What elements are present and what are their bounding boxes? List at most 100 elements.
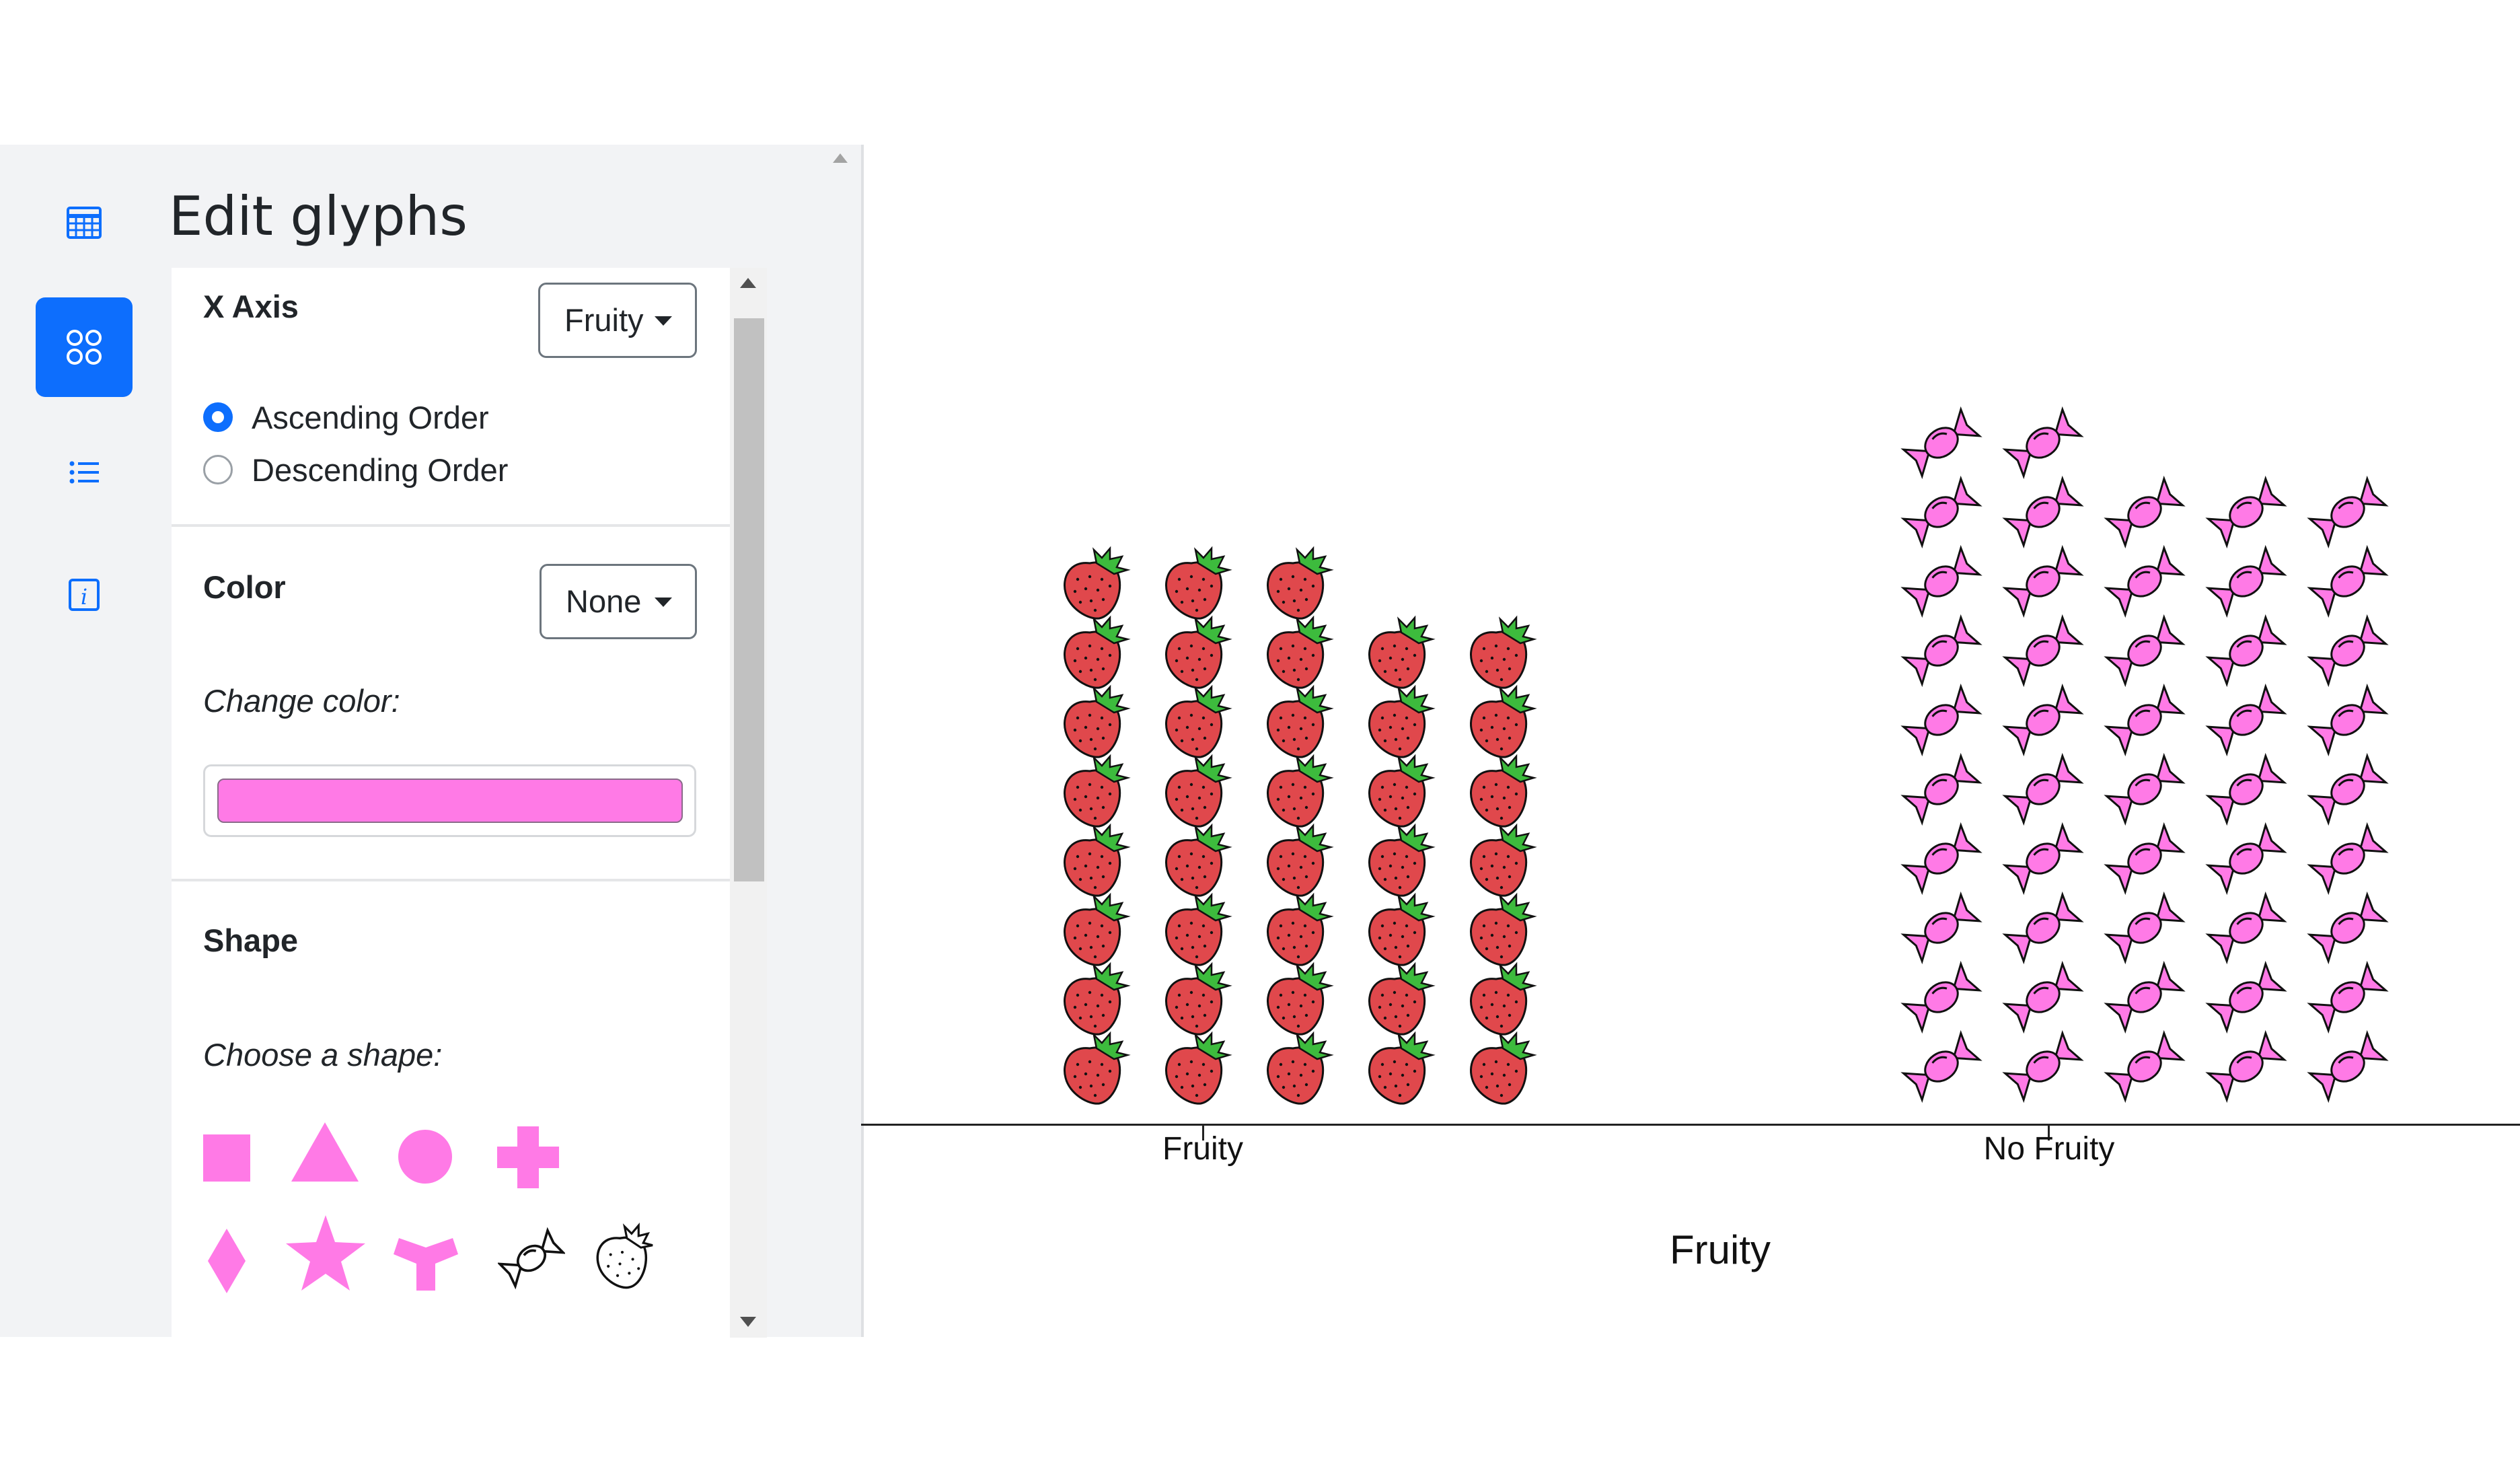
nav-list[interactable] bbox=[36, 423, 133, 522]
x-axis-title: Fruity bbox=[1670, 1227, 1771, 1272]
chevron-down-icon bbox=[655, 598, 672, 607]
strawberry-glyph bbox=[1368, 684, 1436, 758]
candy-glyph bbox=[2205, 614, 2287, 688]
color-label: Color bbox=[203, 569, 286, 605]
candy-glyph bbox=[2002, 822, 2084, 896]
x-axis-dropdown[interactable]: Fruity bbox=[538, 283, 697, 358]
candy-glyph bbox=[2002, 406, 2084, 480]
strawberry-glyph bbox=[1064, 892, 1131, 966]
change-color-label: Change color: bbox=[203, 683, 400, 719]
candy-glyph bbox=[1900, 891, 1982, 965]
strawberry-glyph bbox=[1470, 615, 1537, 689]
candy-glyph bbox=[1900, 822, 1982, 896]
x-tick-label: No Fruity bbox=[1983, 1131, 2115, 1167]
ascending-order-label: Ascending Order bbox=[252, 400, 489, 435]
shape-diamond-option[interactable] bbox=[208, 1229, 246, 1293]
candy-glyph bbox=[2104, 960, 2186, 1034]
candy-glyph bbox=[2205, 475, 2287, 549]
candy-glyph bbox=[2307, 614, 2389, 688]
candy-glyph bbox=[1900, 406, 1982, 480]
choose-shape-label: Choose a shape: bbox=[203, 1037, 443, 1073]
candy-glyph bbox=[2104, 683, 2186, 757]
candy-glyph bbox=[2104, 475, 2186, 549]
color-dropdown[interactable]: None bbox=[540, 564, 697, 639]
candy-glyph bbox=[2002, 1029, 2084, 1104]
candy-glyph bbox=[2002, 475, 2084, 549]
strawberry-glyph bbox=[1368, 962, 1436, 1036]
list-icon bbox=[69, 461, 99, 484]
strawberry-glyph bbox=[1165, 615, 1232, 689]
color-picker[interactable] bbox=[203, 764, 696, 837]
strawberry-glyph bbox=[1165, 823, 1232, 897]
color-swatch[interactable] bbox=[217, 779, 683, 823]
shape-triangle-option[interactable] bbox=[291, 1122, 359, 1183]
candy-glyph bbox=[2307, 752, 2389, 826]
strawberry-glyph bbox=[1165, 754, 1232, 828]
strawberry-glyph bbox=[1165, 546, 1232, 620]
strawberry-glyph bbox=[1368, 1031, 1436, 1105]
x-axis-line bbox=[861, 1124, 2520, 1126]
shape-square-option[interactable] bbox=[203, 1134, 250, 1182]
candy-glyph bbox=[2104, 614, 2186, 688]
shape-star-option[interactable] bbox=[286, 1215, 365, 1291]
x-tick-label: Fruity bbox=[1162, 1131, 1243, 1167]
strawberry-glyph bbox=[1064, 546, 1131, 620]
descending-order-radio[interactable] bbox=[203, 455, 233, 484]
strawberry-glyph bbox=[1064, 615, 1131, 689]
strawberry-glyph bbox=[1165, 962, 1232, 1036]
shape-wye-option[interactable] bbox=[394, 1229, 458, 1291]
strawberry-glyph bbox=[1064, 962, 1131, 1036]
strawberry-glyph bbox=[1165, 684, 1232, 758]
candy-glyph bbox=[2002, 544, 2084, 618]
candy-glyph bbox=[2104, 891, 2186, 965]
strawberry-glyph bbox=[1267, 1031, 1334, 1105]
nav-data-table[interactable] bbox=[36, 173, 133, 273]
ascending-order-radio[interactable] bbox=[203, 402, 233, 432]
divider bbox=[172, 879, 730, 881]
candy-glyph bbox=[2205, 960, 2287, 1034]
strawberry-glyph bbox=[1267, 823, 1334, 897]
candy-glyph bbox=[2307, 475, 2389, 549]
strawberry-glyph bbox=[1267, 754, 1334, 828]
strawberry-glyph bbox=[1470, 823, 1537, 897]
svg-text:i: i bbox=[81, 584, 87, 610]
nav-info[interactable]: i bbox=[36, 545, 133, 645]
candy-glyph bbox=[2002, 960, 2084, 1034]
panel-scrollbar[interactable] bbox=[824, 145, 858, 1337]
panel-scroll-up-arrow[interactable] bbox=[833, 153, 848, 163]
divider bbox=[172, 524, 730, 527]
candy-glyph bbox=[1900, 960, 1982, 1034]
table-icon bbox=[67, 207, 102, 239]
strawberry-glyph bbox=[1165, 892, 1232, 966]
glyphs-icon bbox=[67, 330, 102, 365]
strawberry-glyph bbox=[1470, 684, 1537, 758]
shape-cross-option[interactable] bbox=[497, 1126, 559, 1188]
candy-glyph bbox=[2205, 822, 2287, 896]
candy-glyph bbox=[2002, 614, 2084, 688]
candy-glyph bbox=[2205, 752, 2287, 826]
candy-glyph bbox=[1900, 683, 1982, 757]
x-axis-selected: Fruity bbox=[564, 302, 644, 338]
strawberry-glyph bbox=[1267, 684, 1334, 758]
candy-glyph bbox=[2104, 544, 2186, 618]
candy-glyph bbox=[2104, 822, 2186, 896]
strawberry-glyph bbox=[1165, 1031, 1232, 1105]
candy-glyph bbox=[2307, 822, 2389, 896]
shape-label: Shape bbox=[203, 923, 299, 958]
candy-glyph bbox=[1900, 752, 1982, 826]
strawberry-glyph bbox=[1368, 615, 1436, 689]
pictograph-chart: Fruity No Fruity Fruity bbox=[861, 0, 2520, 1483]
shape-circle-option[interactable] bbox=[398, 1129, 453, 1184]
descending-order-label: Descending Order bbox=[252, 452, 509, 488]
card-scroll-down-arrow[interactable] bbox=[740, 1317, 756, 1327]
candy-glyph bbox=[1900, 614, 1982, 688]
shape-candy-option[interactable] bbox=[498, 1225, 565, 1292]
card-scrollbar-thumb[interactable] bbox=[734, 318, 764, 881]
candy-glyph bbox=[2205, 544, 2287, 618]
nav-edit-glyphs[interactable] bbox=[36, 297, 133, 397]
card-scroll-up-arrow[interactable] bbox=[740, 278, 756, 288]
strawberry-glyph bbox=[1470, 754, 1537, 828]
glyph-settings-card: X Axis Fruity Ascending Order Descending… bbox=[172, 268, 730, 1338]
shape-strawberry-option[interactable] bbox=[587, 1222, 657, 1292]
strawberry-glyph bbox=[1267, 546, 1334, 620]
